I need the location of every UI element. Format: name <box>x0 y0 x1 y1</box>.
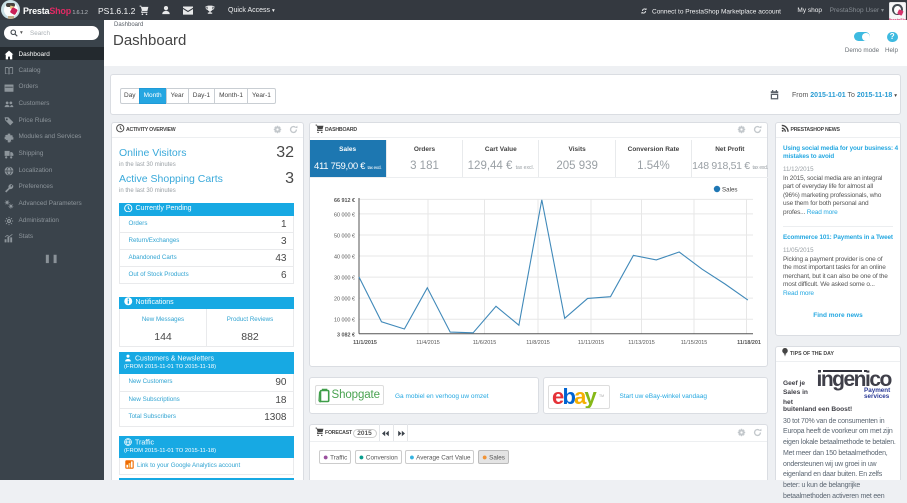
svg-text:11/11/2015: 11/11/2015 <box>578 340 604 346</box>
svg-text:60 000 €: 60 000 € <box>334 212 355 218</box>
svg-text:3 082 €: 3 082 € <box>337 332 355 338</box>
svg-text:11/15/2015: 11/15/2015 <box>681 340 708 346</box>
svg-text:11/4/2015: 11/4/2015 <box>416 340 440 346</box>
svg-text:40 000 €: 40 000 € <box>334 255 355 261</box>
svg-text:11/13/2015: 11/13/2015 <box>628 340 655 346</box>
svg-text:11/6/2015: 11/6/2015 <box>473 340 497 346</box>
svg-text:50 000 €: 50 000 € <box>334 234 355 240</box>
svg-text:11/8/2015: 11/8/2015 <box>526 340 550 346</box>
svg-text:30 000 €: 30 000 € <box>334 276 355 282</box>
svg-text:11/1/2015: 11/1/2015 <box>353 340 377 346</box>
svg-text:Sales: Sales <box>722 187 737 194</box>
svg-text:20 000 €: 20 000 € <box>334 297 355 303</box>
svg-text:10 000 €: 10 000 € <box>334 318 355 324</box>
svg-text:11/18/201: 11/18/201 <box>737 340 761 346</box>
svg-text:66 912 €: 66 912 € <box>334 198 355 204</box>
